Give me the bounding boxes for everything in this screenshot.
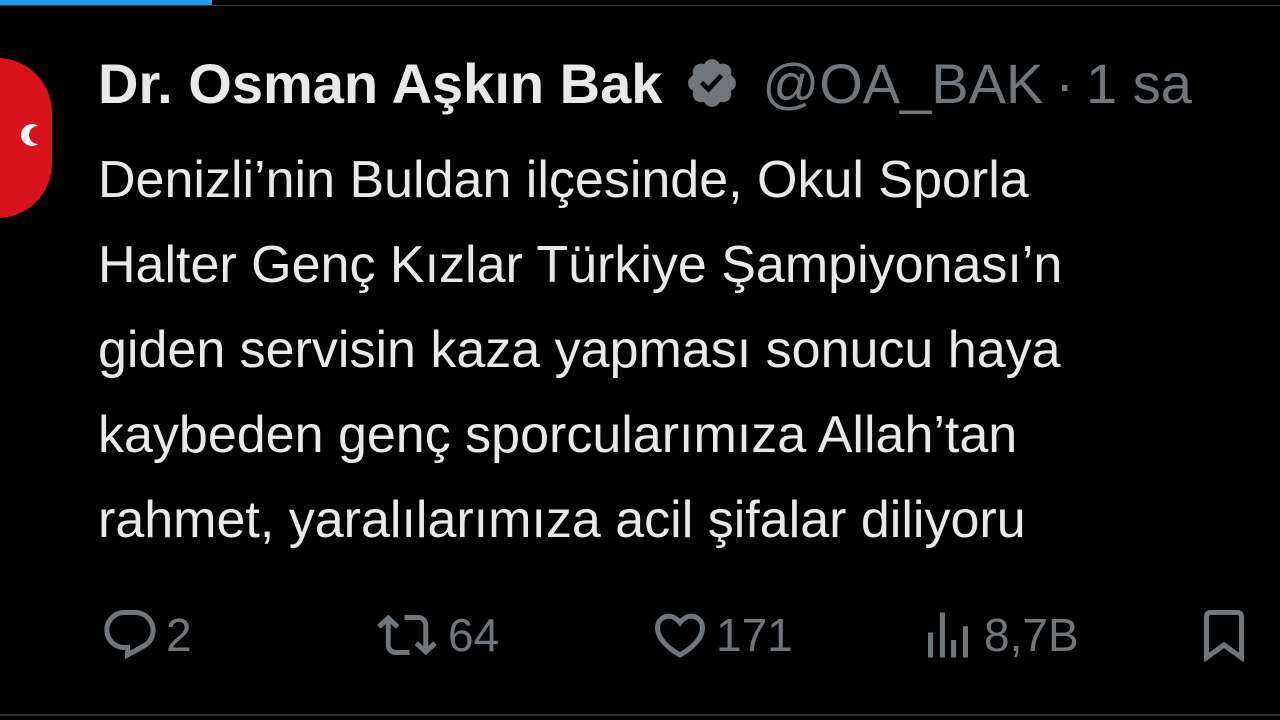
views-count: 8,7B xyxy=(984,609,1079,661)
flag-crescent-cut xyxy=(29,126,47,144)
bookmark-icon xyxy=(1194,603,1254,667)
tweet-line: kaybeden genç sporcularımıza Allah’tan xyxy=(98,406,1018,464)
like-count: 171 xyxy=(716,609,793,661)
bookmark-button[interactable] xyxy=(1194,600,1254,670)
like-button[interactable]: 171 xyxy=(650,600,793,670)
tweet-time[interactable]: 1 sa xyxy=(1086,51,1192,116)
separator-dot: · xyxy=(1055,51,1074,115)
views-icon xyxy=(918,605,978,665)
retweet-icon xyxy=(372,605,442,665)
tweet-line: Halter Genç Kızlar Türkiye Şampiyonası’n xyxy=(98,236,1063,294)
verified-badge-icon[interactable] xyxy=(684,55,740,111)
retweet-button[interactable]: 64 xyxy=(372,600,499,670)
retweet-count: 64 xyxy=(448,609,500,661)
reply-button[interactable]: 2 xyxy=(100,600,192,670)
display-name[interactable]: Dr. Osman Aşkın Bak xyxy=(98,51,662,116)
divider xyxy=(0,5,1280,6)
reply-icon xyxy=(100,605,160,665)
tweet-line: Denizli’nin Buldan ilçesinde, Okul Sporl… xyxy=(98,151,1029,209)
tweet-actions: 2 64 171 8,7B xyxy=(0,600,1280,670)
tweet-text: Denizli’nin Buldan ilçesinde, Okul Sporl… xyxy=(98,138,1280,563)
divider xyxy=(0,714,1280,716)
heart-icon xyxy=(650,605,710,665)
user-handle[interactable]: @OA_BAK xyxy=(762,51,1043,116)
avatar[interactable] xyxy=(0,58,52,218)
reply-count: 2 xyxy=(166,609,192,661)
views-button[interactable]: 8,7B xyxy=(918,600,1079,670)
tweet-header: Dr. Osman Aşkın Bak @OA_BAK · 1 sa xyxy=(98,48,1192,118)
tweet-line: giden servisin kaza yapması sonucu haya xyxy=(98,321,1061,379)
tweet-line: rahmet, yaralılarımıza acil şifalar dili… xyxy=(98,491,1026,549)
